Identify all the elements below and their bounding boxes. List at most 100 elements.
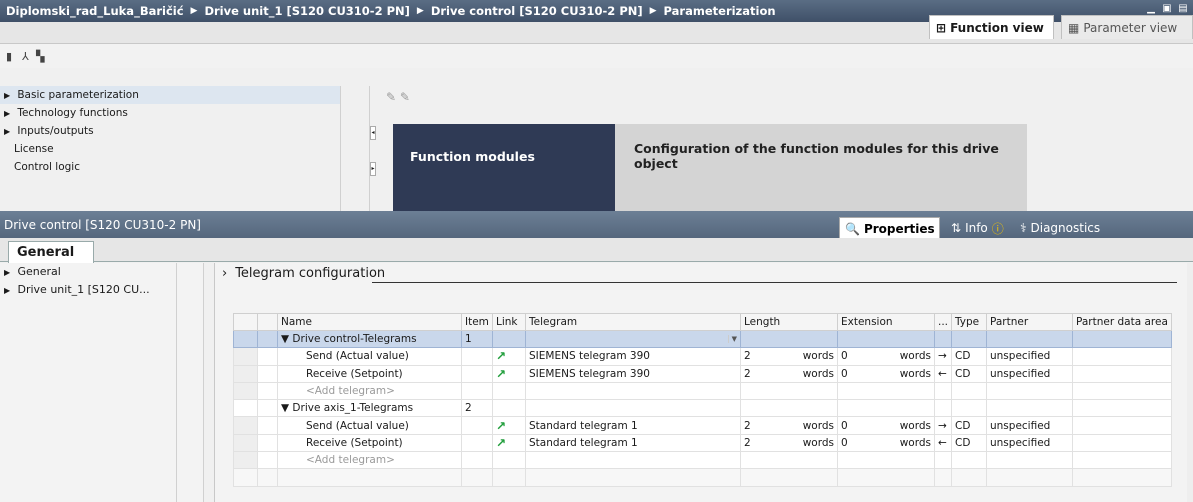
breadcrumb-separator-icon: ▶ — [416, 6, 424, 16]
table-header: Name Item Link Telegram Length Extension… — [233, 313, 1172, 331]
collapse-arrow-icon[interactable]: ▼ — [281, 402, 289, 414]
row-type: CD — [951, 416, 987, 435]
table-row[interactable]: Receive (Setpoint) ↗ SIEMENS telegram 39… — [233, 364, 1172, 383]
row-type: CD — [951, 364, 987, 383]
link-arrow-icon[interactable]: ↗ — [496, 419, 506, 433]
scroll-right-icon[interactable]: ▸ — [370, 162, 376, 176]
link-arrow-icon[interactable]: ↗ — [496, 436, 506, 450]
add-telegram-link[interactable]: <Add telegram> — [277, 381, 462, 401]
row-length[interactable]: 2 — [744, 437, 751, 449]
row-type: CD — [951, 347, 987, 366]
telegram-select[interactable]: ▼ — [525, 329, 741, 349]
row-telegram[interactable]: Standard telegram 1 — [525, 416, 741, 435]
nav-item-inputs-outputs[interactable]: ▶ Inputs/outputs — [0, 122, 340, 140]
expand-arrow-icon[interactable]: ▶ — [4, 282, 14, 300]
row-extension[interactable]: 0 — [841, 368, 848, 380]
tab-general[interactable]: General — [8, 241, 94, 263]
section-divider — [372, 282, 1177, 283]
nav-divider[interactable] — [340, 86, 370, 211]
row-name: Receive (Setpoint) — [277, 433, 462, 453]
tab-diagnostics[interactable]: ⚕ Diagnostics — [1015, 217, 1135, 239]
row-length-unit: words — [802, 350, 834, 363]
col-link[interactable]: Link — [492, 313, 526, 331]
row-partner: unspecified — [986, 416, 1073, 435]
nav-item-technology-functions[interactable]: ▶ Technology functions — [0, 104, 340, 122]
table-row[interactable]: Receive (Setpoint) ↗ Standard telegram 1… — [233, 433, 1172, 453]
row-type: CD — [951, 433, 987, 453]
table-row[interactable]: Send (Actual value) ↗ SIEMENS telegram 3… — [233, 347, 1172, 366]
toolbar: ▮ ⅄ ▚ — [0, 44, 1193, 68]
add-telegram-row[interactable]: <Add telegram> — [233, 381, 1172, 401]
tab-properties[interactable]: 🔍 Properties — [839, 217, 940, 239]
group-name: Drive control-Telegrams — [292, 333, 417, 346]
table-row[interactable]: Send (Actual value) ↗ Standard telegram … — [233, 416, 1172, 435]
pencil-icon[interactable]: ✎ — [386, 90, 396, 104]
col-item[interactable]: Item — [461, 313, 493, 331]
tab-info[interactable]: ⇅ Info ⓘ — [946, 217, 1011, 239]
row-length[interactable]: 2 — [744, 420, 751, 432]
tab-diagnostics-label: Diagnostics — [1030, 221, 1101, 235]
add-telegram-row[interactable]: <Add telegram> — [233, 451, 1172, 470]
expand-arrow-icon[interactable]: ▶ — [4, 105, 14, 123]
function-modules-title[interactable]: Function modules — [393, 124, 615, 188]
document-icon[interactable]: ▮ — [6, 50, 12, 63]
breadcrumb-drive-unit[interactable]: Drive unit_1 [S120 CU310-2 PN] — [204, 4, 409, 18]
tab-function-view[interactable]: ⊞ Function view — [929, 15, 1054, 39]
row-extension[interactable]: 0 — [841, 420, 848, 432]
table-row-group[interactable]: ▼ Drive axis_1-Telegrams 2 — [233, 399, 1172, 418]
vertical-scrollbar[interactable] — [1187, 263, 1193, 502]
col-direction[interactable]: ... — [934, 313, 952, 331]
col-partner[interactable]: Partner — [986, 313, 1073, 331]
link-arrow-icon[interactable]: ↗ — [496, 349, 506, 363]
col-telegram[interactable]: Telegram — [525, 313, 741, 331]
expand-arrow-icon[interactable]: ▶ — [4, 123, 14, 141]
direction-arrow-icon: → — [934, 416, 952, 435]
row-length[interactable]: 2 — [744, 368, 751, 380]
col-extension[interactable]: Extension — [837, 313, 935, 331]
link-arrow-icon[interactable]: ↗ — [496, 367, 506, 381]
pencil-alt-icon[interactable]: ✎ — [400, 90, 410, 104]
dropdown-arrow-icon[interactable]: ▼ — [727, 335, 737, 344]
row-length[interactable]: 2 — [744, 350, 751, 362]
row-extension[interactable]: 0 — [841, 437, 848, 449]
nav-item-basic-parameterization[interactable]: ▶ Basic parameterization — [0, 86, 340, 104]
tab-info-label: Info — [965, 221, 988, 235]
nav-item-control-logic[interactable]: Control logic — [0, 158, 340, 176]
collapse-arrow-icon[interactable]: ▼ — [281, 333, 289, 345]
maximize-icon[interactable]: ▤ — [1177, 3, 1189, 15]
filter-icon[interactable]: ⅄ — [22, 50, 29, 63]
restore-icon[interactable]: ▣ — [1161, 3, 1173, 15]
breadcrumb-parameterization[interactable]: Parameterization — [664, 4, 776, 18]
section-telegram-configuration[interactable]: › Telegram configuration — [222, 266, 385, 281]
hierarchy-icon[interactable]: ▚ — [36, 50, 44, 63]
col-type[interactable]: Type — [951, 313, 987, 331]
expand-arrow-icon[interactable]: ▶ — [4, 264, 14, 282]
breadcrumb-project[interactable]: Diplomski_rad_Luka_Baričić — [6, 4, 184, 18]
left-nav-general[interactable]: ▶ General — [0, 263, 203, 281]
col-partner-data-area[interactable]: Partner data area — [1072, 313, 1172, 331]
row-telegram[interactable]: SIEMENS telegram 390 — [525, 364, 741, 383]
row-telegram[interactable]: Standard telegram 1 — [525, 433, 741, 453]
properties-icon: 🔍 — [845, 221, 860, 236]
minimize-icon[interactable]: ▁ — [1145, 3, 1157, 15]
general-tab-bar — [0, 238, 1193, 262]
row-telegram[interactable]: SIEMENS telegram 390 — [525, 347, 741, 366]
next-function-card[interactable] — [393, 188, 1027, 212]
row-item: 1 — [461, 329, 493, 349]
nav-item-label: Technology functions — [17, 107, 128, 119]
add-telegram-link[interactable]: <Add telegram> — [277, 451, 462, 470]
function-modules-card[interactable]: Function modules Configuration of the fu… — [393, 124, 1027, 188]
nav-item-license[interactable]: License — [0, 140, 340, 158]
col-length[interactable]: Length — [740, 313, 838, 331]
left-nav-drive-unit[interactable]: ▶ Drive unit_1 [S120 CU... — [0, 281, 203, 299]
col-name[interactable]: Name — [277, 313, 462, 331]
breadcrumb-separator-icon: ▶ — [649, 6, 657, 16]
left-nav-divider[interactable] — [176, 263, 204, 502]
breadcrumb-drive-control[interactable]: Drive control [S120 CU310-2 PN] — [431, 4, 643, 18]
tab-parameter-view[interactable]: ▦ Parameter view — [1061, 15, 1193, 39]
row-extension[interactable]: 0 — [841, 350, 848, 362]
expand-arrow-icon[interactable]: ▶ — [4, 87, 14, 105]
table-row-group[interactable]: ▼ Drive control-Telegrams 1 ▼ — [233, 329, 1172, 349]
scroll-left-icon[interactable]: ◂ — [370, 126, 376, 140]
nav-item-label: Basic parameterization — [17, 89, 139, 101]
